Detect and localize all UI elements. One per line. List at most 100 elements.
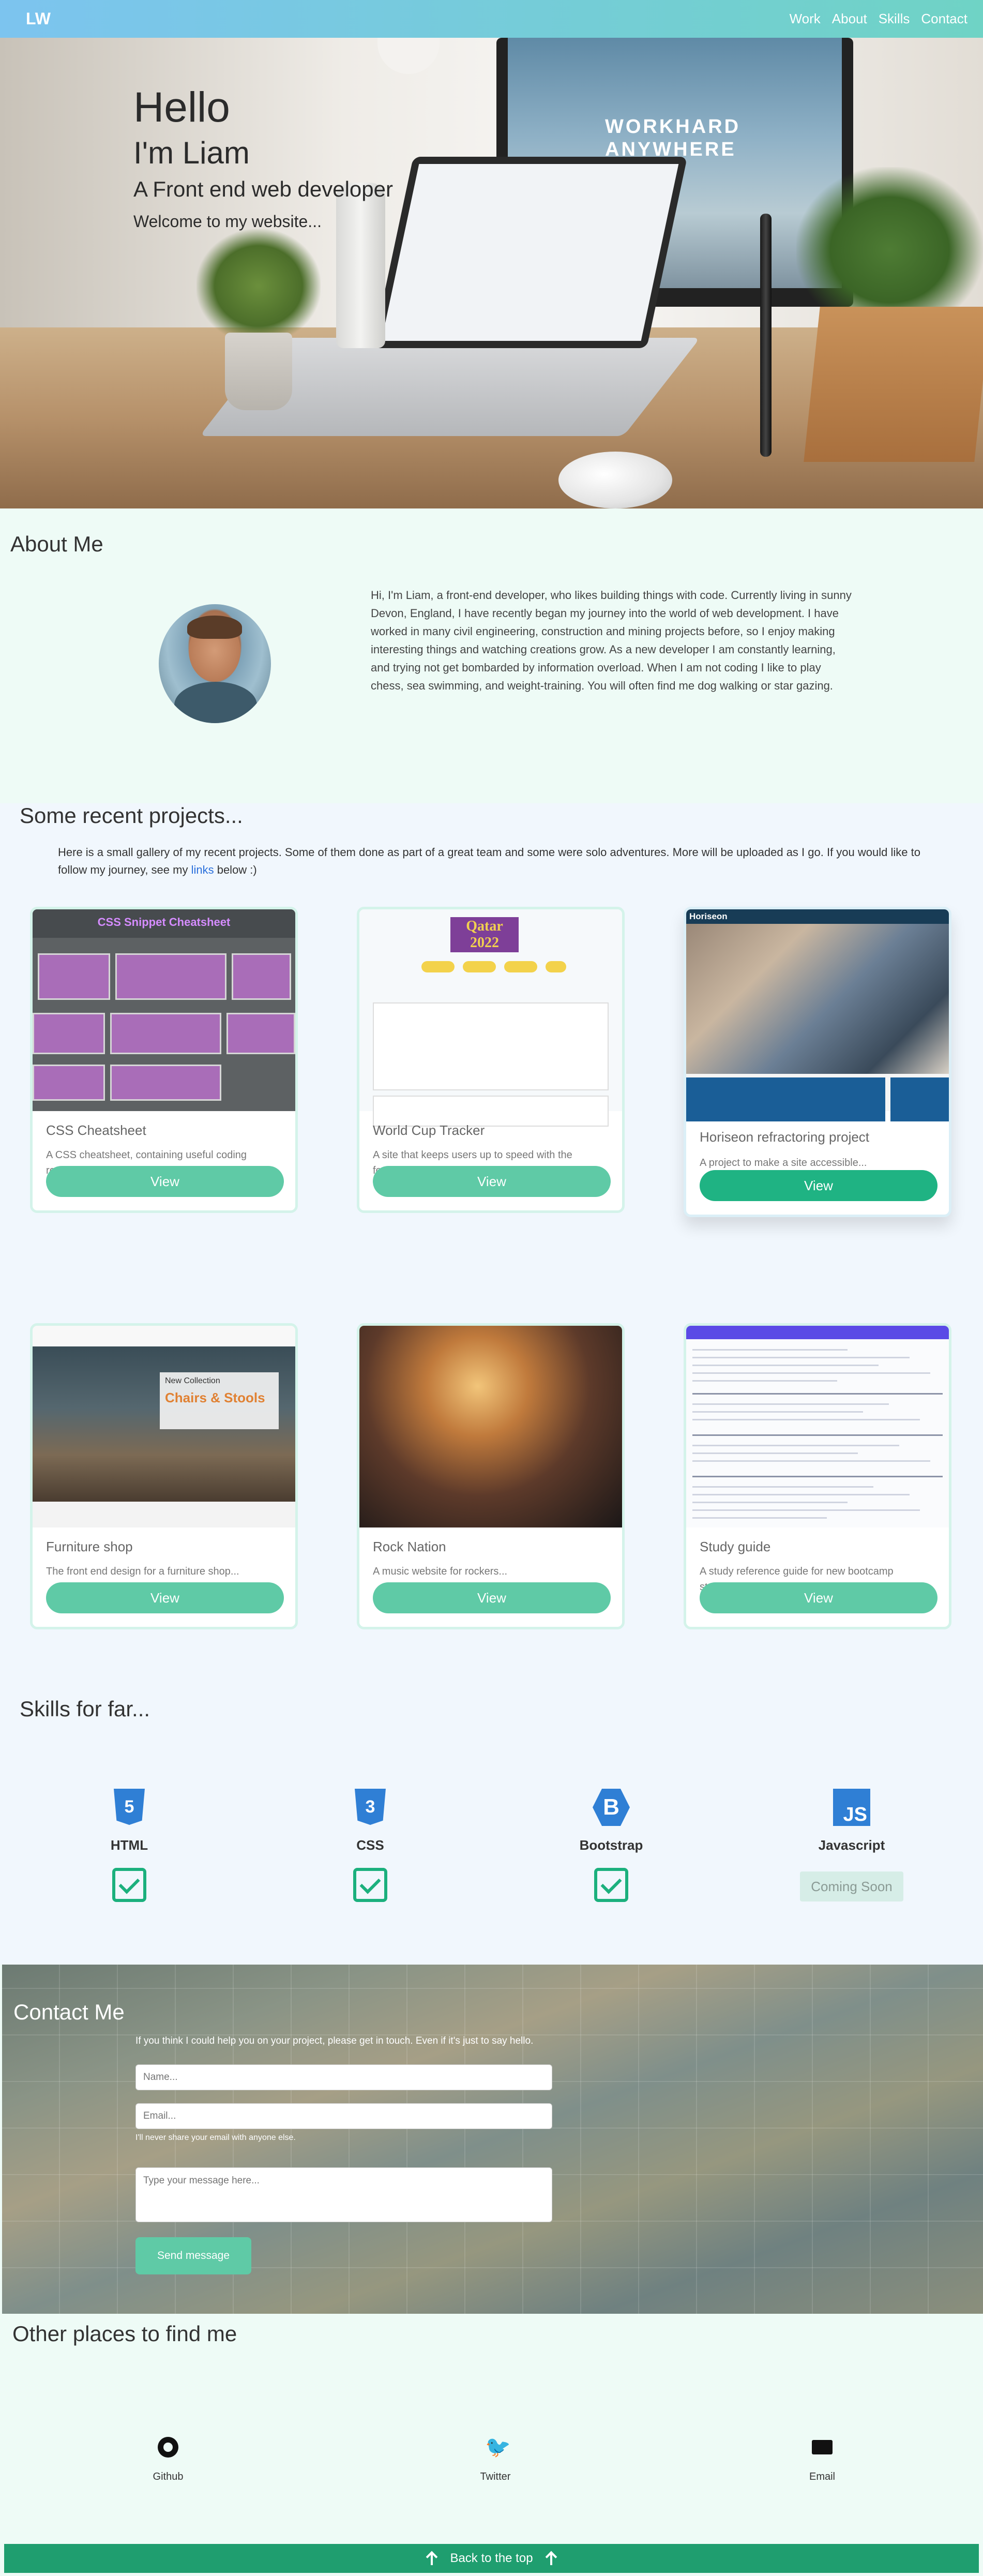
social-label: Twitter: [480, 2471, 511, 2482]
skill-css: 3 CSS: [293, 1789, 448, 1902]
skill-bootstrap: B Bootstrap: [534, 1789, 689, 1902]
email-hint: I'll never share your email with anyone …: [135, 2133, 296, 2142]
findme-section: Other places to find me Github 🐦 Twitter…: [0, 2314, 983, 2541]
nav-links: Work About Skills Contact: [790, 11, 967, 27]
project-description: The front end design for a furniture sho…: [46, 1566, 239, 1577]
nav-link-contact[interactable]: Contact: [921, 11, 967, 27]
about-section: About Me Hi, I'm Liam, a front-end devel…: [0, 508, 983, 803]
project-title: Horiseon refractoring project: [700, 1129, 870, 1145]
findme-title: Other places to find me: [12, 2322, 237, 2346]
view-button[interactable]: View: [373, 1582, 611, 1613]
skill-name: Javascript: [818, 1837, 885, 1853]
social-label: Github: [153, 2471, 184, 2482]
project-thumbnail: [359, 1326, 622, 1527]
send-message-button[interactable]: Send message: [135, 2237, 251, 2274]
github-icon: [158, 2437, 178, 2458]
arrow-up-icon: [543, 2551, 559, 2566]
bootstrap-icon: B: [593, 1789, 630, 1826]
project-thumbnail: CSS Snippet Cheatsheet: [33, 909, 295, 1111]
hero-name: I'm Liam: [133, 136, 250, 170]
skill-name: CSS: [356, 1837, 384, 1853]
view-button[interactable]: View: [46, 1582, 284, 1613]
twitter-icon: 🐦: [485, 2436, 511, 2459]
project-title: CSS Cheatsheet: [46, 1122, 146, 1138]
social-link-email[interactable]: Email: [770, 2437, 874, 2483]
hero-text: Hello I'm Liam A Front end web developer…: [133, 82, 393, 237]
project-title: Furniture shop: [46, 1539, 133, 1554]
email-field[interactable]: [135, 2103, 552, 2129]
skills-section: Skills for far... 5 HTML 3 CSS B Bootstr…: [0, 1697, 983, 1965]
project-card-study-guide: Study guide A study reference guide for …: [684, 1323, 951, 1629]
hero-pen: [760, 214, 772, 457]
hero-plant: [196, 229, 321, 343]
brand-logo[interactable]: LW: [26, 9, 51, 28]
skill-name: HTML: [110, 1837, 148, 1853]
email-icon: [812, 2440, 833, 2454]
thumbnail-subtitle: Chairs & Stools: [165, 1390, 265, 1405]
about-bio: Hi, I'm Liam, a front-end developer, who…: [371, 589, 852, 692]
thumbnail-title: Qatar 2022: [450, 917, 519, 952]
skill-javascript: JS Javascript Coming Soon: [774, 1789, 929, 1901]
hero-welcome: Welcome to my website...: [133, 212, 322, 231]
hero-mouse: [558, 452, 672, 508]
message-textarea[interactable]: [135, 2167, 552, 2222]
project-thumbnail: Horiseon: [686, 909, 949, 1121]
avatar: [159, 604, 271, 723]
hero-role: A Front end web developer: [133, 177, 393, 201]
project-title: Rock Nation: [373, 1539, 446, 1554]
back-to-top-label: Back to the top: [450, 2551, 533, 2565]
nav-link-skills[interactable]: Skills: [879, 11, 910, 27]
skill-name: Bootstrap: [579, 1837, 643, 1853]
contact-section: Contact Me If you think I could help you…: [2, 1965, 983, 2314]
about-title: About Me: [10, 532, 103, 556]
hero-section: WORKHARD ANYWHERE Hello I'm Liam A Front …: [0, 38, 983, 508]
project-title: World Cup Tracker: [373, 1122, 485, 1138]
hero-laptop-screen: [372, 157, 688, 348]
nav-link-about[interactable]: About: [832, 11, 867, 27]
project-card-css-cheatsheet: CSS Snippet Cheatsheet CSS Cheatsheet A …: [30, 907, 298, 1213]
project-thumbnail: [686, 1326, 949, 1527]
project-card-furniture-shop: New Collection Chairs & Stools Furniture…: [30, 1323, 298, 1629]
project-card-horiseon: Horiseon Horiseon refractoring project A…: [684, 907, 951, 1217]
nav-link-work[interactable]: Work: [790, 11, 821, 27]
social-link-github[interactable]: Github: [116, 2437, 220, 2483]
back-to-top-bar[interactable]: Back to the top: [4, 2544, 979, 2573]
project-card-rock-nation: Rock Nation A music website for rockers.…: [357, 1323, 625, 1629]
thumbnail-title: New Collection: [165, 1376, 220, 1385]
social-label: Email: [809, 2471, 835, 2482]
hero-crate: [804, 307, 983, 462]
view-button[interactable]: View: [700, 1170, 937, 1201]
check-icon: [112, 1868, 146, 1902]
project-card-world-cup-tracker: Qatar 2022 World Cup Tracker A site that…: [357, 907, 625, 1213]
html5-icon: 5: [114, 1789, 145, 1825]
social-link-twitter[interactable]: 🐦 Twitter: [444, 2437, 547, 2483]
projects-section: Some recent projects... Here is a small …: [0, 803, 983, 1701]
hero-heading: Hello: [133, 84, 230, 131]
project-title: Study guide: [700, 1539, 771, 1554]
contact-lead: If you think I could help you on your pr…: [135, 2035, 534, 2046]
coming-soon-badge: Coming Soon: [800, 1871, 903, 1901]
projects-title: Some recent projects...: [20, 803, 243, 828]
projects-intro: Here is a small gallery of my recent pro…: [58, 846, 920, 876]
check-icon: [353, 1868, 387, 1902]
javascript-icon: JS: [833, 1789, 870, 1826]
hero-plant-pot: [225, 333, 292, 410]
project-description: A project to make a site accessible...: [700, 1157, 867, 1169]
check-icon: [594, 1868, 628, 1902]
project-description: A music website for rockers...: [373, 1566, 508, 1577]
arrow-up-icon: [424, 2551, 440, 2566]
contact-title: Contact Me: [13, 2000, 125, 2024]
skills-title: Skills for far...: [20, 1697, 150, 1721]
thumbnail-title: CSS Snippet Cheatsheet: [97, 916, 231, 928]
project-thumbnail: Qatar 2022: [359, 909, 622, 1127]
view-button[interactable]: View: [700, 1582, 937, 1613]
name-input[interactable]: [135, 2064, 552, 2090]
monitor-text-line-1: WORKHARD: [605, 116, 741, 138]
top-navbar: LW Work About Skills Contact: [0, 0, 983, 38]
view-button[interactable]: View: [46, 1166, 284, 1197]
view-button[interactable]: View: [373, 1166, 611, 1197]
project-thumbnail: New Collection Chairs & Stools: [33, 1326, 295, 1527]
skill-html: 5 HTML: [52, 1789, 207, 1902]
thumbnail-title: Horiseon: [689, 911, 728, 921]
links-link[interactable]: links: [191, 863, 214, 876]
